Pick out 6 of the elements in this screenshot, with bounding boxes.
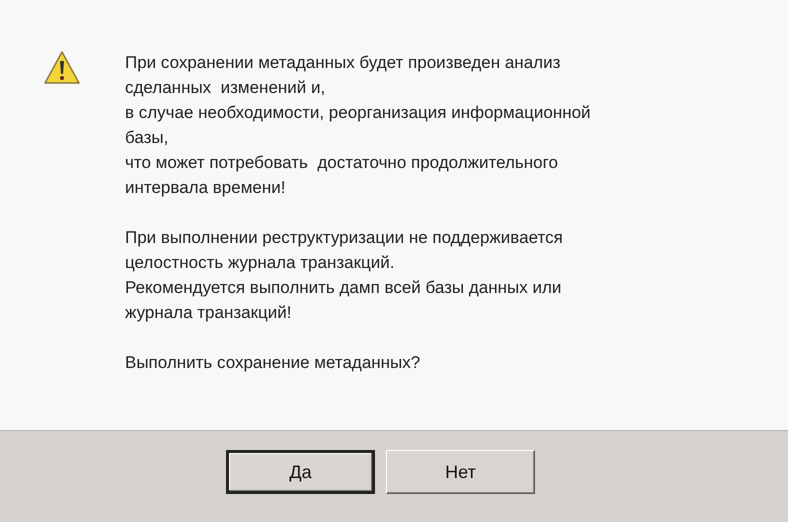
- yes-button[interactable]: Да: [226, 450, 375, 494]
- message-text: При выполнении реструктуризации не поддерживается целостность журнала транзакций. Рекомендуется выполнить дамп всей базы данных или журнала транзакций!: [125, 227, 564, 324]
- warning-icon: [43, 50, 81, 86]
- message-text: При сохранении метаданных будет произведен анализ сделанных изменений и, в случае необходимости, реорганизация информационной базы, что может потребовать достаточно продолжительного интервала времени!: [125, 52, 591, 199]
- message-text: Выполнить сохранение метаданных?: [125, 352, 422, 374]
- no-button[interactable]: Нет: [386, 450, 535, 494]
